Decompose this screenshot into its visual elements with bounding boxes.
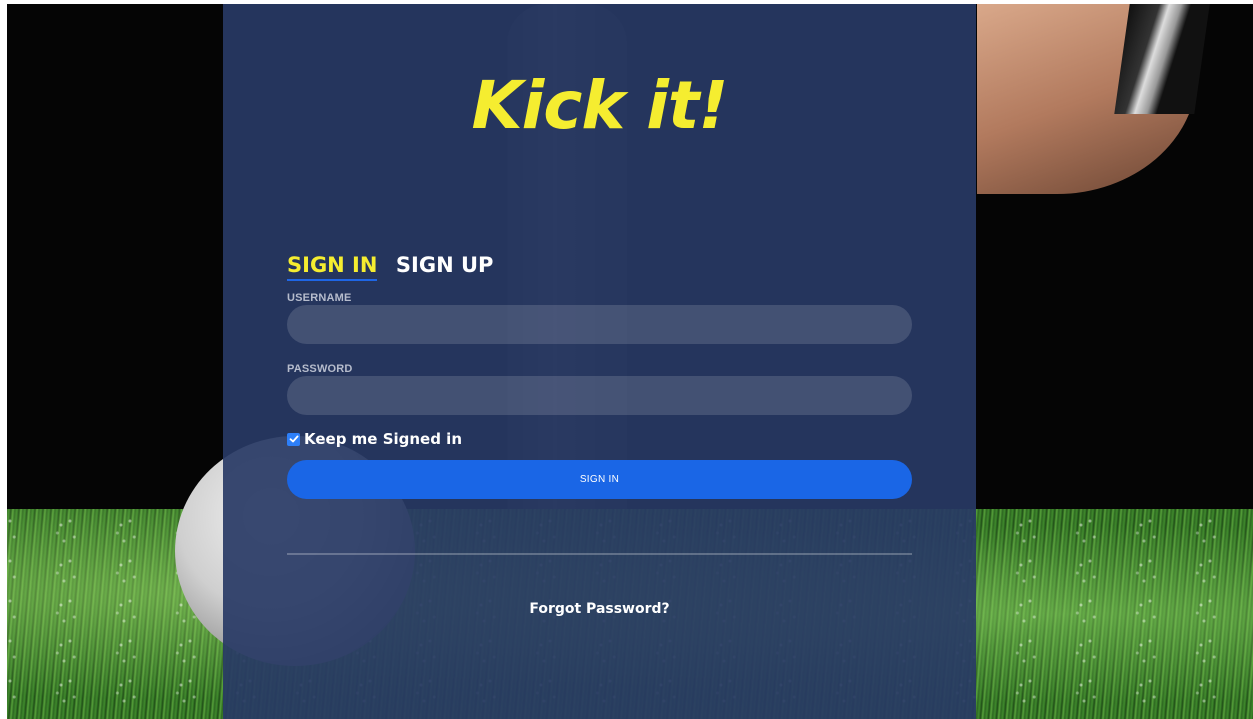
- sign-in-button[interactable]: SIGN IN: [287, 460, 912, 499]
- password-input[interactable]: [287, 376, 912, 415]
- checkmark-icon: [287, 432, 300, 446]
- auth-tabs: SIGN IN SIGN UP: [287, 252, 507, 282]
- tab-sign-in[interactable]: SIGN IN: [287, 252, 378, 281]
- forgot-password-link[interactable]: Forgot Password?: [223, 601, 976, 617]
- player-sleeve-image: [1114, 4, 1210, 114]
- keep-signed-in-checkbox[interactable]: Keep me Signed in: [287, 429, 462, 449]
- brand-logo: Kick it!: [471, 67, 728, 144]
- username-label: USERNAME: [287, 292, 352, 304]
- tab-sign-up[interactable]: SIGN UP: [396, 252, 494, 279]
- login-panel: Kick it! SIGN IN SIGN UP USERNAME PASSWO…: [223, 4, 976, 719]
- divider: [287, 553, 912, 555]
- username-input[interactable]: [287, 305, 912, 344]
- login-page: Kick it! SIGN IN SIGN UP USERNAME PASSWO…: [0, 0, 1253, 719]
- keep-signed-in-label: Keep me Signed in: [304, 430, 463, 448]
- password-label: PASSWORD: [287, 363, 353, 375]
